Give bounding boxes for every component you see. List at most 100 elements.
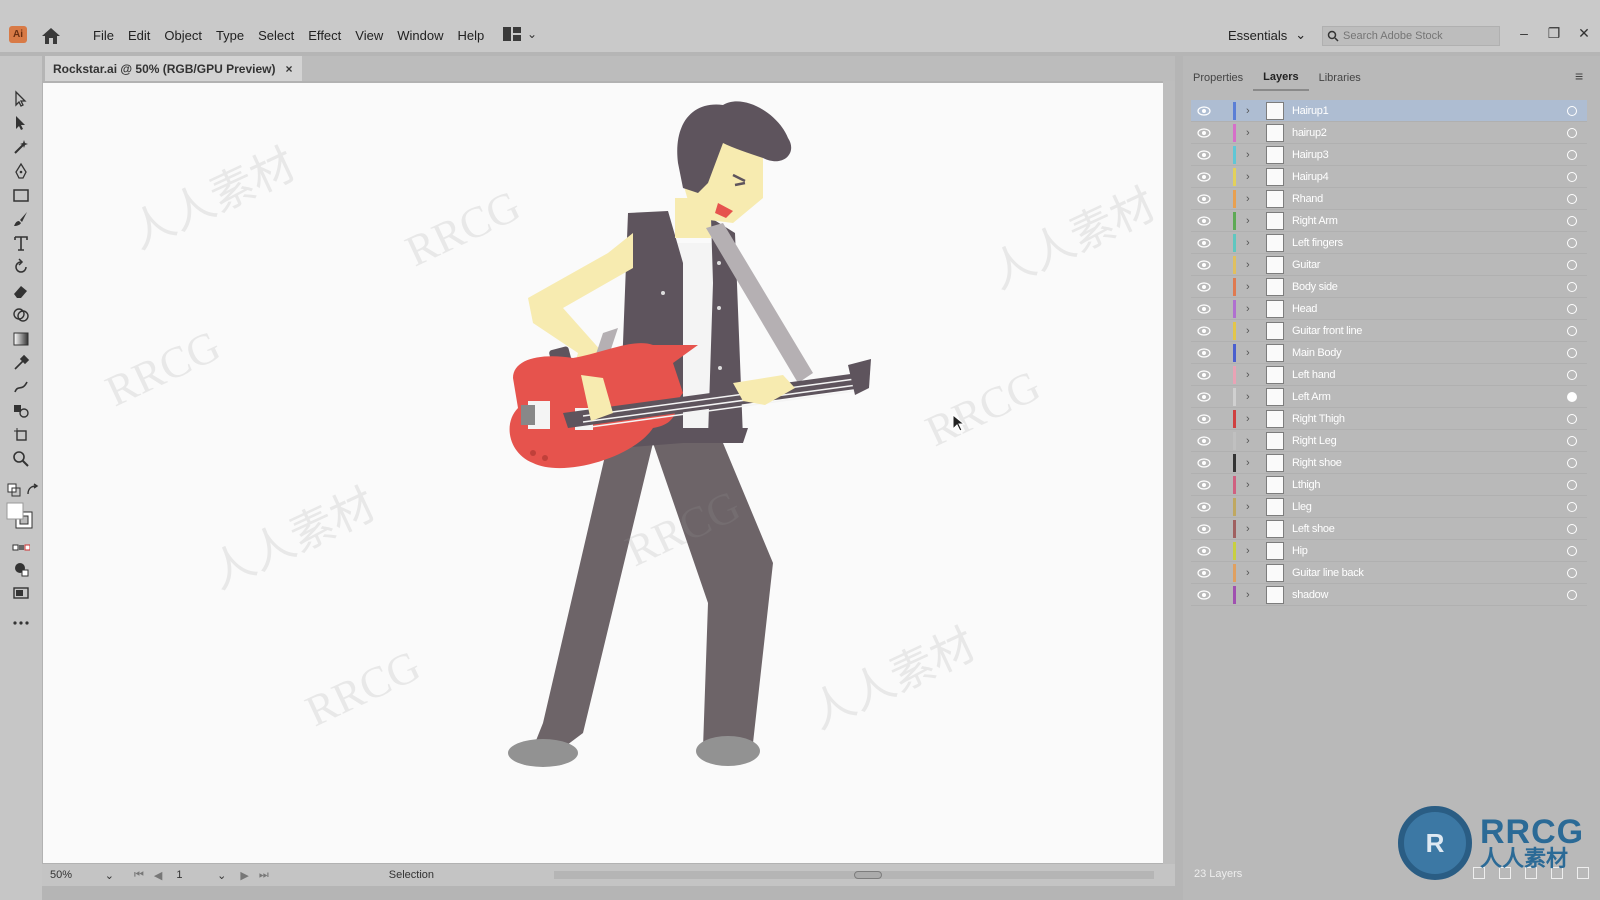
zoom-tool-icon[interactable] <box>10 448 32 470</box>
layer-name[interactable]: Hairup4 <box>1292 171 1329 183</box>
artboard-number-field[interactable]: 1 ⌄ <box>176 869 226 882</box>
selection-tool-icon[interactable] <box>10 88 32 110</box>
visibility-eye-icon[interactable] <box>1197 413 1211 424</box>
target-circle-icon[interactable] <box>1567 435 1577 446</box>
visibility-eye-icon[interactable] <box>1197 435 1211 446</box>
target-circle-icon[interactable] <box>1567 369 1577 380</box>
expand-chevron-icon[interactable]: › <box>1246 457 1250 469</box>
rectangle-tool-icon[interactable] <box>10 184 32 206</box>
layer-name[interactable]: Left shoe <box>1292 523 1335 535</box>
layer-name[interactable]: Head <box>1292 303 1317 315</box>
layer-row[interactable]: › hairup2 <box>1191 122 1587 144</box>
target-circle-icon[interactable] <box>1567 545 1577 556</box>
layer-name[interactable]: Right Arm <box>1292 215 1338 227</box>
gradient-tool-icon[interactable] <box>10 328 32 350</box>
layer-name[interactable]: Rhand <box>1292 193 1323 205</box>
layer-row[interactable]: › Lleg <box>1191 496 1587 518</box>
target-circle-icon[interactable] <box>1567 479 1577 490</box>
canvas-area[interactable]: 人人素材 RRCG RRCG 人人素材 人人素材 RRCG RRCG 人人素材 … <box>42 81 1175 864</box>
expand-chevron-icon[interactable]: › <box>1246 545 1250 557</box>
layer-row[interactable]: › Guitar line back <box>1191 562 1587 584</box>
layer-row[interactable]: › Body side <box>1191 276 1587 298</box>
layer-name[interactable]: Main Body <box>1292 347 1342 359</box>
tab-properties[interactable]: Properties <box>1183 66 1253 90</box>
layer-name[interactable]: Left hand <box>1292 369 1335 381</box>
current-tool-label[interactable]: Selection <box>389 869 434 881</box>
menu-effect[interactable]: Effect <box>301 24 348 47</box>
layer-row[interactable]: › Hairup3 <box>1191 144 1587 166</box>
search-input[interactable] <box>1343 30 1483 42</box>
document-tab[interactable]: Rockstar.ai @ 50% (RGB/GPU Preview) × <box>45 56 303 81</box>
layer-row[interactable]: › Guitar <box>1191 254 1587 276</box>
rockstar-illustration[interactable] <box>43 83 1168 863</box>
menu-window[interactable]: Window <box>390 24 450 47</box>
restore-icon[interactable]: ❐ <box>1544 24 1564 42</box>
visibility-eye-icon[interactable] <box>1197 545 1211 556</box>
artboard-tool-icon[interactable] <box>10 424 32 446</box>
menu-file[interactable]: File <box>86 24 121 47</box>
expand-chevron-icon[interactable]: › <box>1246 479 1250 491</box>
zoom-level-field[interactable]: 50% ⌄ <box>50 869 114 882</box>
expand-chevron-icon[interactable]: › <box>1246 523 1250 535</box>
color-mode-icon[interactable] <box>10 536 32 558</box>
visibility-eye-icon[interactable] <box>1197 567 1211 578</box>
magic-wand-tool-icon[interactable] <box>10 136 32 158</box>
stock-search-field[interactable] <box>1322 26 1500 46</box>
target-circle-icon[interactable] <box>1567 193 1577 204</box>
visibility-eye-icon[interactable] <box>1197 523 1211 534</box>
target-circle-icon[interactable] <box>1567 149 1577 160</box>
visibility-eye-icon[interactable] <box>1197 501 1211 512</box>
layer-name[interactable]: Right shoe <box>1292 457 1342 469</box>
target-circle-icon[interactable] <box>1567 457 1577 468</box>
layer-row[interactable]: › Main Body <box>1191 342 1587 364</box>
expand-chevron-icon[interactable]: › <box>1246 105 1250 117</box>
layer-row[interactable]: › Hairup4 <box>1191 166 1587 188</box>
layer-name[interactable]: hairup2 <box>1292 127 1327 139</box>
visibility-eye-icon[interactable] <box>1197 457 1211 468</box>
expand-chevron-icon[interactable]: › <box>1246 149 1250 161</box>
layer-row[interactable]: › Left shoe <box>1191 518 1587 540</box>
target-circle-icon[interactable] <box>1567 303 1577 314</box>
puppet-warp-tool-icon[interactable] <box>10 376 32 398</box>
target-circle-icon[interactable] <box>1567 105 1577 116</box>
tab-libraries[interactable]: Libraries <box>1309 66 1371 90</box>
menu-help[interactable]: Help <box>450 24 491 47</box>
expand-chevron-icon[interactable]: › <box>1246 501 1250 513</box>
close-tab-icon[interactable]: × <box>285 62 292 76</box>
layer-name[interactable]: Guitar line back <box>1292 567 1364 579</box>
target-circle-icon[interactable] <box>1567 281 1577 292</box>
layer-name[interactable]: Lthigh <box>1292 479 1320 491</box>
tab-layers[interactable]: Layers <box>1253 65 1309 91</box>
visibility-eye-icon[interactable] <box>1197 325 1211 336</box>
type-tool-icon[interactable] <box>10 232 32 254</box>
target-circle-icon[interactable] <box>1567 567 1577 578</box>
layer-row[interactable]: › Right Thigh <box>1191 408 1587 430</box>
visibility-eye-icon[interactable] <box>1197 149 1211 160</box>
visibility-eye-icon[interactable] <box>1197 589 1211 600</box>
expand-chevron-icon[interactable]: › <box>1246 259 1250 271</box>
layer-name[interactable]: Body side <box>1292 281 1338 293</box>
layer-row[interactable]: › Right shoe <box>1191 452 1587 474</box>
layer-name[interactable]: Left Arm <box>1292 391 1331 403</box>
target-circle-icon[interactable] <box>1567 171 1577 182</box>
visibility-eye-icon[interactable] <box>1197 193 1211 204</box>
home-icon[interactable] <box>40 26 62 46</box>
minimize-icon[interactable]: – <box>1514 24 1534 42</box>
menu-type[interactable]: Type <box>209 24 251 47</box>
expand-chevron-icon[interactable]: › <box>1246 325 1250 337</box>
layer-name[interactable]: Guitar <box>1292 259 1320 271</box>
layer-row[interactable]: › Guitar front line <box>1191 320 1587 342</box>
visibility-eye-icon[interactable] <box>1197 259 1211 270</box>
pen-tool-icon[interactable] <box>10 160 32 182</box>
menu-select[interactable]: Select <box>251 24 301 47</box>
shape-builder-tool-icon[interactable] <box>10 304 32 326</box>
target-circle-icon[interactable] <box>1567 501 1577 512</box>
visibility-eye-icon[interactable] <box>1197 479 1211 490</box>
visibility-eye-icon[interactable] <box>1197 303 1211 314</box>
rotate-tool-icon[interactable] <box>10 256 32 278</box>
layer-row[interactable]: › shadow <box>1191 584 1587 606</box>
expand-chevron-icon[interactable]: › <box>1246 369 1250 381</box>
eraser-tool-icon[interactable] <box>10 280 32 302</box>
layer-name[interactable]: Hairup3 <box>1292 149 1329 161</box>
visibility-eye-icon[interactable] <box>1197 237 1211 248</box>
